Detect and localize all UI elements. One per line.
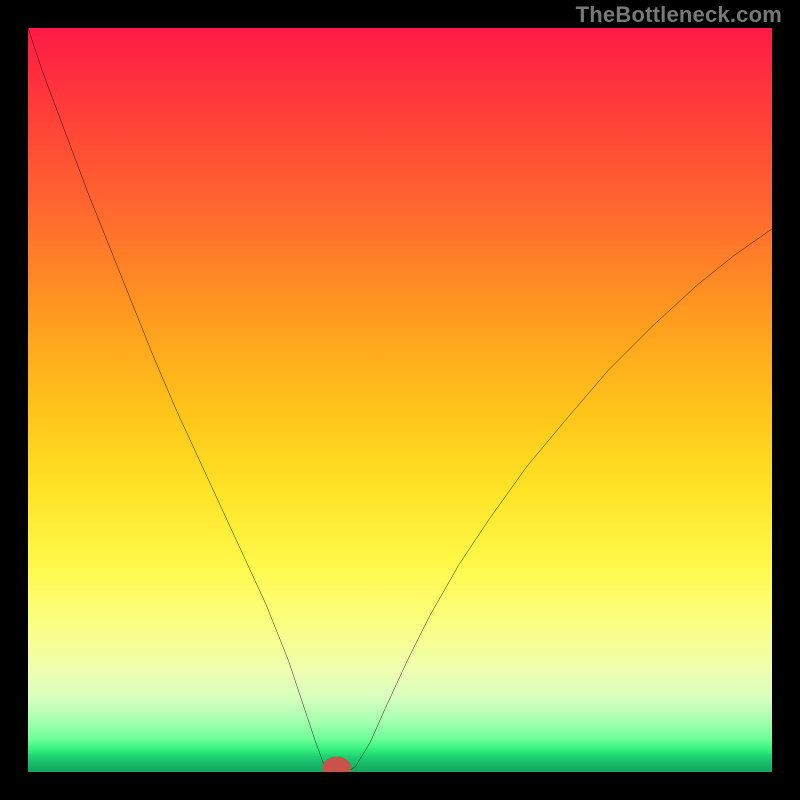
figure-frame: TheBottleneck.com [0, 0, 800, 800]
optimum-marker [326, 760, 347, 772]
bottleneck-curve [28, 28, 772, 771]
chart-svg [28, 28, 772, 772]
plot-area [28, 28, 772, 772]
watermark-text: TheBottleneck.com [576, 2, 782, 28]
